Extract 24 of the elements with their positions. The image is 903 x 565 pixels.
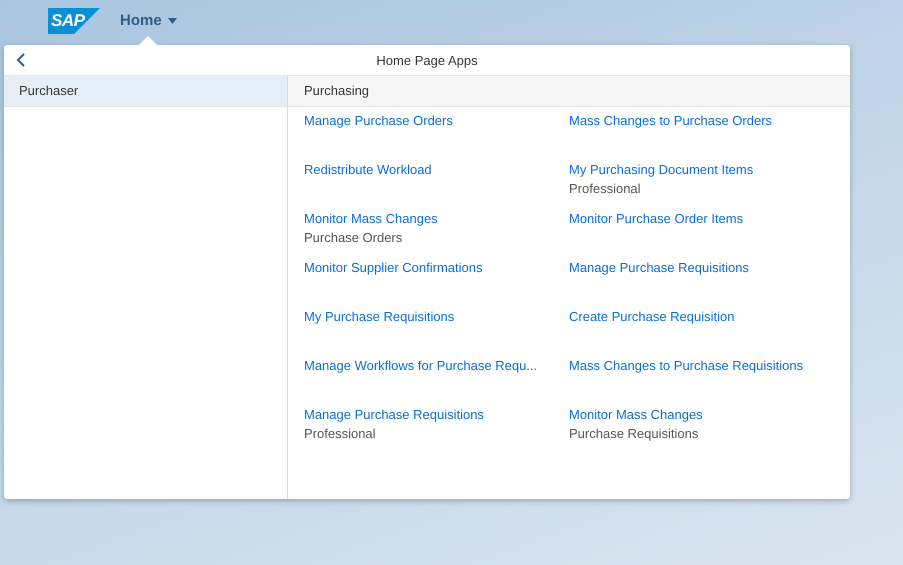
app-link[interactable]: Manage Workflows for Purchase Requ... bbox=[304, 357, 538, 375]
app-link[interactable]: My Purchase Requisitions bbox=[304, 308, 454, 326]
app-subtitle: Professional bbox=[569, 180, 641, 198]
app-link[interactable]: Mass Changes to Purchase Requisitions bbox=[569, 357, 804, 375]
app-link[interactable]: Create Purchase Requisition bbox=[569, 308, 734, 326]
app-subtitle: Professional bbox=[304, 425, 376, 443]
popover-title: Home Page Apps bbox=[376, 52, 478, 68]
app-link[interactable]: My Purchasing Document Items bbox=[569, 161, 754, 179]
app-subtitle: Purchase Requisitions bbox=[569, 425, 698, 443]
app-link[interactable]: Monitor Supplier Confirmations bbox=[304, 259, 482, 277]
app-link[interactable]: Manage Purchase Requisitions bbox=[569, 259, 749, 277]
app-link[interactable]: Manage Purchase Orders bbox=[304, 112, 453, 130]
app-link[interactable]: Monitor Purchase Order Items bbox=[569, 210, 744, 228]
sap-logo[interactable]: SAP bbox=[48, 8, 100, 34]
app-link[interactable]: Monitor Mass Changes bbox=[304, 210, 438, 228]
app-link[interactable]: Redistribute Workload bbox=[304, 161, 432, 179]
app-link[interactable]: Mass Changes to Purchase Orders bbox=[569, 112, 772, 130]
caret-icon bbox=[168, 18, 177, 24]
group-header: Purchasing bbox=[288, 76, 850, 107]
app-link[interactable]: Manage Purchase Requisitions bbox=[304, 406, 484, 424]
app-link[interactable]: Monitor Mass Changes bbox=[569, 406, 703, 424]
app-subtitle: Purchase Orders bbox=[304, 229, 402, 247]
role-list-item[interactable]: Purchaser bbox=[4, 76, 287, 107]
home-menu-button[interactable]: Home bbox=[120, 12, 177, 29]
